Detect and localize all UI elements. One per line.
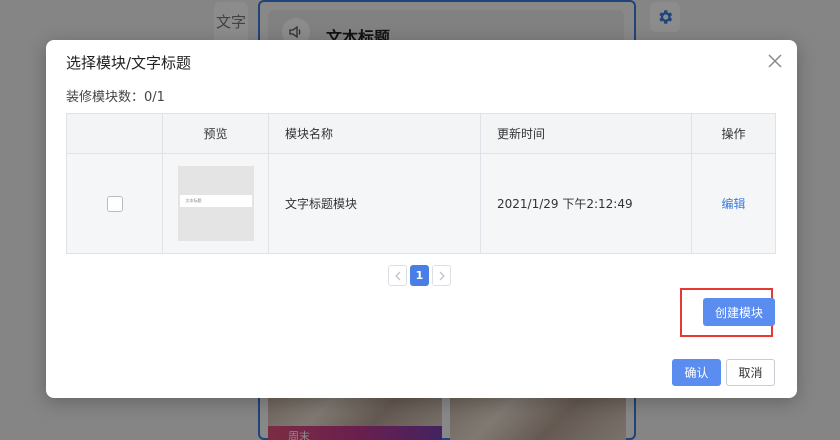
module-table: 预览 模块名称 更新时间 操作 文本标题 文字标题模块 2021/1/29 下午… <box>66 113 776 254</box>
row-select-cell <box>67 154 163 253</box>
select-module-dialog: 选择模块/文字标题 装修模块数：0/1 预览 模块名称 更新时间 操作 文本标题… <box>46 40 797 398</box>
dialog-title: 选择模块/文字标题 <box>66 54 192 72</box>
confirm-button[interactable]: 确认 <box>672 359 721 386</box>
next-page-button[interactable] <box>432 265 451 286</box>
thumbnail-title-bar: 文本标题 <box>179 195 252 207</box>
header-updated: 更新时间 <box>481 114 692 153</box>
pagination: 1 <box>388 265 451 286</box>
module-preview-thumbnail: 文本标题 <box>177 166 254 241</box>
edit-link[interactable]: 编辑 <box>721 195 745 212</box>
table-header: 预览 模块名称 更新时间 操作 <box>67 114 775 154</box>
table-row: 文本标题 文字标题模块 2021/1/29 下午2:12:49 编辑 <box>67 154 775 253</box>
cancel-button[interactable]: 取消 <box>726 359 775 386</box>
header-preview: 预览 <box>163 114 269 153</box>
row-action-cell: 编辑 <box>692 154 775 253</box>
create-module-button[interactable]: 创建模块 <box>703 298 775 326</box>
header-action: 操作 <box>721 127 746 141</box>
module-count: 装修模块数：0/1 <box>66 90 165 105</box>
header-name: 模块名称 <box>269 114 481 153</box>
page-number-1[interactable]: 1 <box>410 265 429 286</box>
header-select <box>67 114 163 153</box>
row-checkbox[interactable] <box>106 195 123 212</box>
row-preview-cell: 文本标题 <box>163 154 269 253</box>
close-icon[interactable] <box>767 53 783 69</box>
module-updated-time: 2021/1/29 下午2:12:49 <box>481 154 692 253</box>
module-name: 文字标题模块 <box>269 154 481 253</box>
prev-page-button[interactable] <box>388 265 407 286</box>
